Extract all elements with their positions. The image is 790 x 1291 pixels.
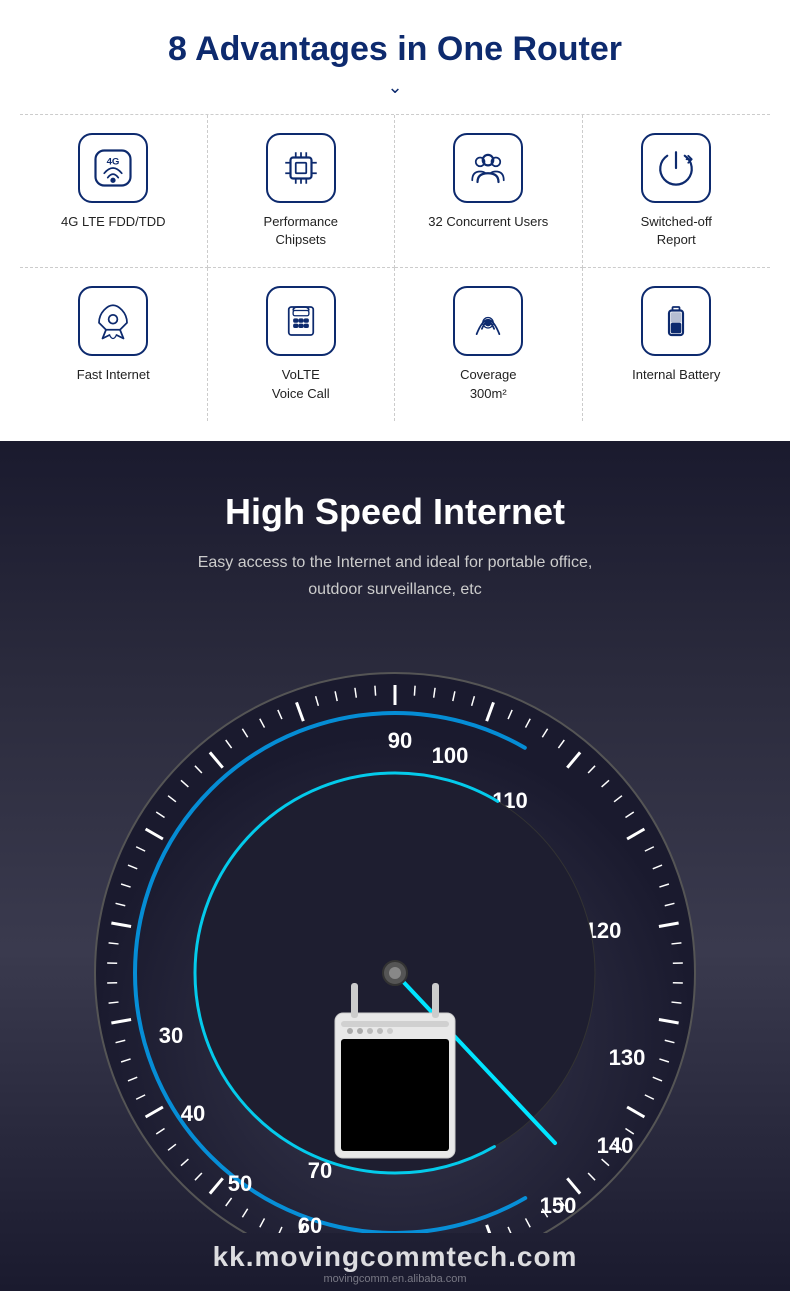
advantage-4g-label: 4G LTE FDD/TDD xyxy=(61,213,166,231)
rocket-icon xyxy=(92,300,134,342)
users-icon-box xyxy=(453,133,523,203)
svg-text:4G: 4G xyxy=(107,157,120,168)
signal-icon xyxy=(467,300,509,342)
speed-num-150: 150 xyxy=(540,1193,577,1218)
signal-icon-box xyxy=(453,286,523,356)
advantage-chipset-label: PerformanceChipsets xyxy=(264,213,338,249)
advantage-report: Switched-offReport xyxy=(583,115,771,268)
advantage-fast-internet: Fast Internet xyxy=(20,268,208,420)
speed-title: High Speed Internet xyxy=(20,491,770,533)
advantage-battery: Internal Battery xyxy=(583,268,771,420)
advantage-chipset: PerformanceChipsets xyxy=(208,115,396,268)
rocket-icon-box xyxy=(78,286,148,356)
advantage-report-label: Switched-offReport xyxy=(641,213,712,249)
advantage-volte: VoLTEVoice Call xyxy=(208,268,396,420)
speed-subtitle: Easy access to the Internet and ideal fo… xyxy=(20,549,770,603)
phone-icon-box xyxy=(266,286,336,356)
speedometer: 30 40 50 60 70 80 90 100 110 120 130 140… xyxy=(55,633,735,1233)
4g-icon-box: 4G xyxy=(78,133,148,203)
chip-icon xyxy=(280,147,322,189)
speedometer-svg: 30 40 50 60 70 80 90 100 110 120 130 140… xyxy=(55,633,735,1233)
advantage-volte-label: VoLTEVoice Call xyxy=(272,366,330,402)
speed-num-90: 90 xyxy=(388,728,412,753)
speed-num-100: 100 xyxy=(432,743,469,768)
watermark-text: kk.movingcommtech.com xyxy=(0,1241,790,1273)
speed-num-40: 40 xyxy=(181,1101,205,1126)
advantages-title: 8 Advantages in One Router xyxy=(20,30,770,69)
phone-icon xyxy=(280,300,322,342)
advantage-users-label: 32 Concurrent Users xyxy=(428,213,548,231)
chip-icon-box xyxy=(266,133,336,203)
chevron-down-icon: ⌄ xyxy=(20,77,770,98)
users-icon xyxy=(467,147,509,189)
speed-section: High Speed Internet Easy access to the I… xyxy=(0,441,790,1291)
speed-num-30: 30 xyxy=(159,1023,183,1048)
power-icon-box xyxy=(641,133,711,203)
speed-num-130: 130 xyxy=(609,1045,646,1070)
advantage-4g-lte: 4G 4G LTE FDD/TDD xyxy=(20,115,208,268)
advantage-coverage: Coverage300m² xyxy=(395,268,583,420)
watermark-sub-text: movingcomm.en.alibaba.com xyxy=(0,1273,790,1285)
speed-num-140: 140 xyxy=(597,1133,634,1158)
speed-num-60: 60 xyxy=(298,1213,322,1233)
advantage-coverage-label: Coverage300m² xyxy=(460,366,516,402)
advantage-fast-internet-label: Fast Internet xyxy=(77,366,150,384)
battery-icon-box xyxy=(641,286,711,356)
speed-num-50: 50 xyxy=(228,1171,252,1196)
advantages-section: 8 Advantages in One Router ⌄ 4G 4G LTE F… xyxy=(0,0,790,441)
advantage-users: 32 Concurrent Users xyxy=(395,115,583,268)
advantage-battery-label: Internal Battery xyxy=(632,366,720,384)
advantages-grid: 4G 4G LTE FDD/TDD xyxy=(20,114,770,421)
4g-lte-icon: 4G xyxy=(92,147,134,189)
power-icon xyxy=(655,147,697,189)
battery-icon xyxy=(655,300,697,342)
